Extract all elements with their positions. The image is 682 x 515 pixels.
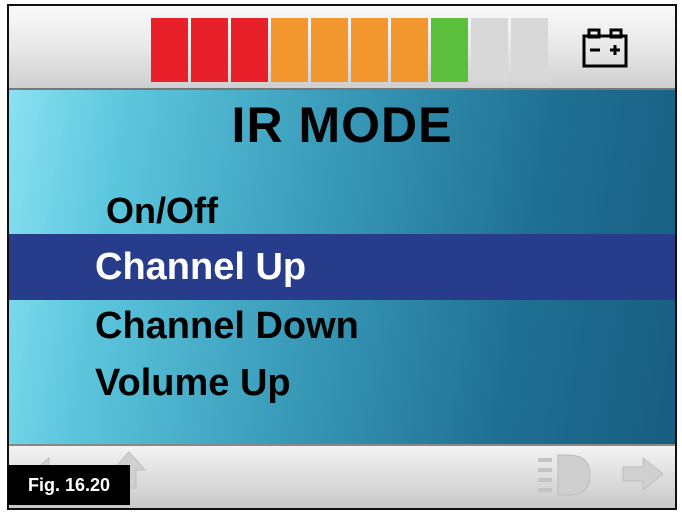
battery-segment xyxy=(231,18,268,82)
screen-title: IR MODE xyxy=(231,97,453,153)
right-arrow-icon xyxy=(622,456,664,492)
battery-segment xyxy=(351,18,388,82)
menu-item-channel-up[interactable]: Channel Up xyxy=(9,234,675,300)
battery-segment xyxy=(471,18,508,82)
battery-segment xyxy=(391,18,428,82)
status-bar xyxy=(9,6,675,90)
battery-segment xyxy=(151,18,188,82)
battery-segment xyxy=(271,18,308,82)
battery-gauge xyxy=(151,18,551,82)
battery-segment xyxy=(431,18,468,82)
battery-icon xyxy=(582,28,628,68)
figure-label: Fig. 16.20 xyxy=(8,465,130,505)
battery-segment xyxy=(511,18,548,82)
battery-segment xyxy=(191,18,228,82)
battery-segment xyxy=(311,18,348,82)
menu-item-volume-up[interactable]: Volume Up xyxy=(9,350,675,416)
lights-icon xyxy=(538,454,591,496)
display-screen: IR MODE On/Off Channel Up Channel Down V… xyxy=(7,4,677,510)
